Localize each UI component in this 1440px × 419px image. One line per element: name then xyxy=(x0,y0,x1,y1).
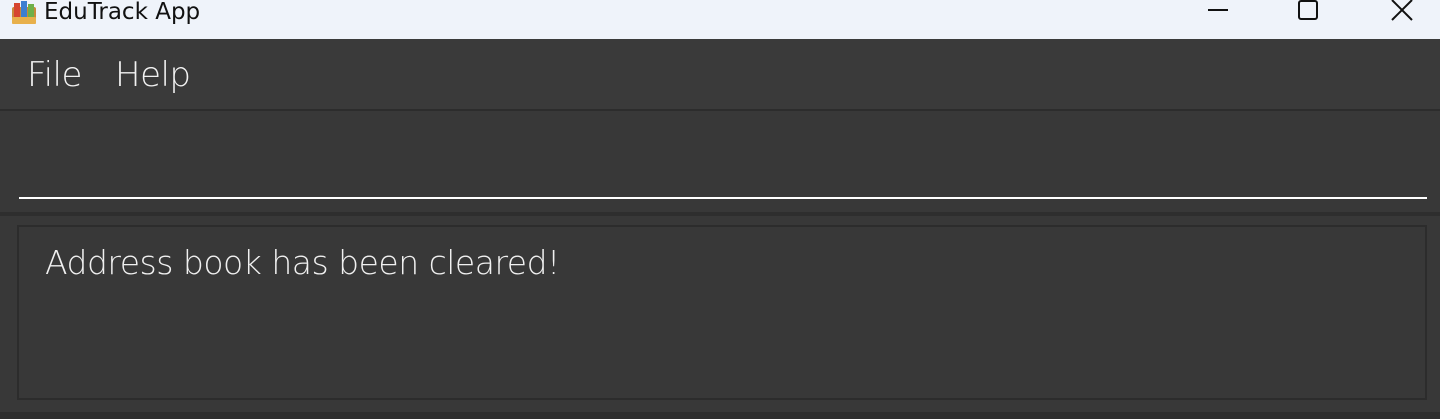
menu-bar: File Help xyxy=(0,39,1440,111)
result-message: Address book has been cleared! xyxy=(45,243,560,282)
books-app-icon xyxy=(9,0,39,26)
command-box-panel xyxy=(0,111,1440,216)
maximize-icon xyxy=(1297,0,1319,26)
window-title: EduTrack App xyxy=(44,0,201,25)
command-input[interactable] xyxy=(19,111,1427,199)
menu-file[interactable]: File xyxy=(27,55,82,95)
close-icon xyxy=(1390,0,1414,27)
result-display[interactable]: Address book has been cleared! xyxy=(17,225,1427,400)
panel-divider xyxy=(0,412,1440,419)
maximize-button[interactable] xyxy=(1263,0,1353,26)
menu-help[interactable]: Help xyxy=(115,55,191,95)
title-bar[interactable]: EduTrack App xyxy=(0,0,1440,39)
minimize-icon xyxy=(1207,0,1229,26)
app-window: EduTrack App File Help Address book has … xyxy=(0,0,1440,419)
close-button[interactable] xyxy=(1357,0,1440,26)
minimize-button[interactable] xyxy=(1173,0,1263,26)
result-display-panel: Address book has been cleared! xyxy=(0,216,1440,419)
